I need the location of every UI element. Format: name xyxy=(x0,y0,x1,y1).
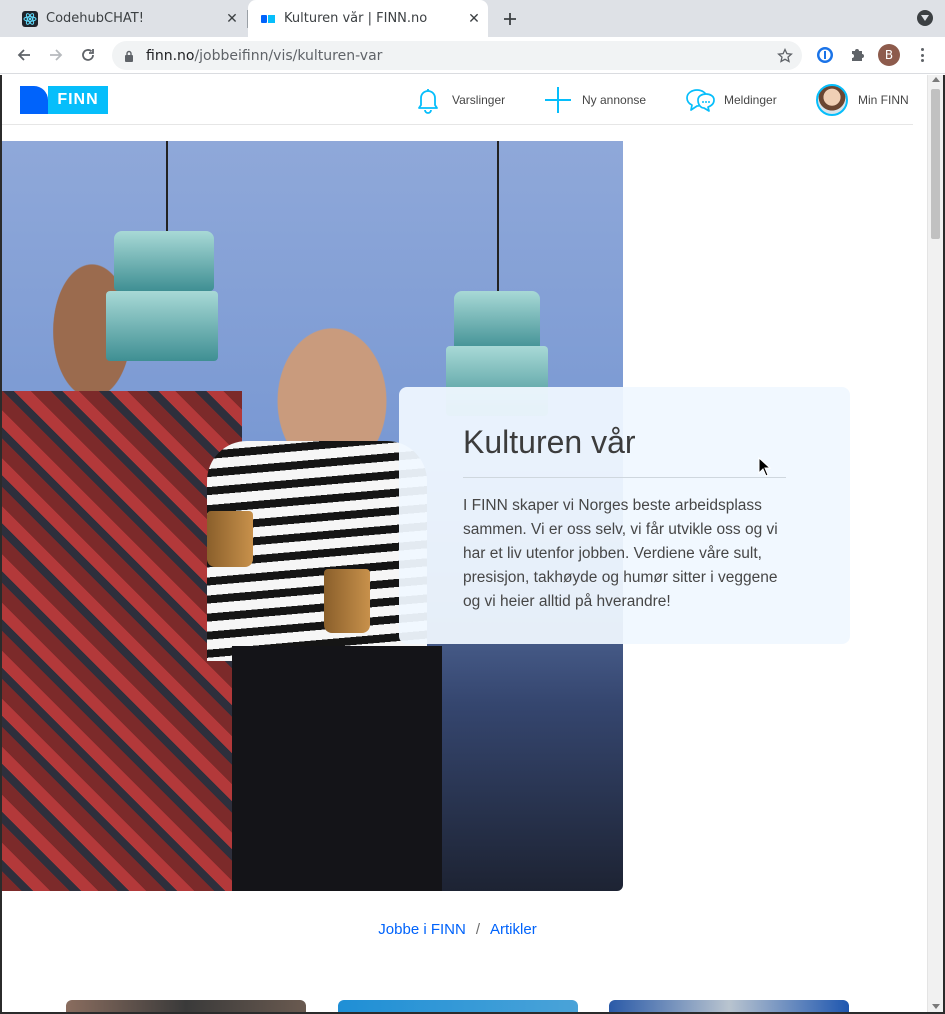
reload-button[interactable] xyxy=(76,43,100,67)
site-header: FINN Varslinger Ny annonse Meldinger Min… xyxy=(2,75,913,125)
tab-strip: CodehubCHAT! ✕ Kulturen vår | FINN.no ✕ xyxy=(0,0,945,37)
extensions-puzzle-icon[interactable] xyxy=(847,45,867,65)
password-manager-extension-icon[interactable] xyxy=(815,45,835,65)
nav-label: Min FINN xyxy=(858,93,909,107)
avatar xyxy=(816,84,848,116)
hero-description: I FINN skaper vi Norges beste arbeidspla… xyxy=(463,497,778,610)
finn-logo[interactable]: FINN xyxy=(20,86,108,114)
page-viewport: FINN Varslinger Ny annonse Meldinger Min… xyxy=(0,75,945,1014)
bell-icon xyxy=(412,84,444,116)
tab-kulturen-var[interactable]: Kulturen vår | FINN.no ✕ xyxy=(248,0,488,37)
tab-search-button[interactable] xyxy=(917,10,933,26)
back-button[interactable] xyxy=(12,43,36,67)
reload-icon xyxy=(82,49,94,61)
url-path: /jobbeifinn/vis/kulturen-var xyxy=(194,47,383,64)
mouse-cursor-icon xyxy=(758,457,772,477)
page-title: Kulturen vår xyxy=(463,423,786,478)
arrow-left-icon xyxy=(17,49,30,61)
nav-varslinger[interactable]: Varslinger xyxy=(412,84,505,116)
scroll-up-arrow-icon[interactable] xyxy=(932,77,940,82)
finn-logo-text: FINN xyxy=(48,86,108,114)
react-atom-icon xyxy=(22,10,38,27)
breadcrumb-separator: / xyxy=(475,921,481,938)
article-card[interactable] xyxy=(609,1000,849,1012)
forward-button[interactable] xyxy=(44,43,68,67)
profile-avatar[interactable]: B xyxy=(878,44,900,66)
nav-label: Ny annonse xyxy=(582,93,647,107)
finn-favicon-icon xyxy=(260,11,276,27)
tab-title: Kulturen vår | FINN.no xyxy=(284,11,428,26)
article-card[interactable] xyxy=(66,1000,306,1012)
new-tab-button[interactable] xyxy=(498,7,522,31)
finn-logo-mark xyxy=(20,86,48,114)
browser-menu-icon[interactable] xyxy=(914,45,930,65)
browser-toolbar: finn.no/jobbeifinn/vis/kulturen-var B xyxy=(0,37,945,74)
address-bar[interactable]: finn.no/jobbeifinn/vis/kulturen-var xyxy=(112,41,802,70)
nav-label: Meldinger xyxy=(724,93,777,107)
close-tab-icon[interactable]: ✕ xyxy=(466,11,482,27)
breadcrumb: Jobbe i FINN / Artikler xyxy=(2,921,913,938)
chat-bubbles-icon xyxy=(684,84,716,116)
arrow-right-icon xyxy=(50,49,63,61)
breadcrumb-link-artikler[interactable]: Artikler xyxy=(490,921,537,938)
tab-title: CodehubCHAT! xyxy=(46,11,144,26)
article-card[interactable] xyxy=(338,1000,578,1012)
nav-label: Varslinger xyxy=(452,93,506,107)
chevron-down-icon xyxy=(921,15,929,21)
tab-codehubchat[interactable]: CodehubCHAT! ✕ xyxy=(10,0,248,37)
plus-icon xyxy=(504,13,516,25)
breadcrumb-link-jobbe-i-finn[interactable]: Jobbe i FINN xyxy=(378,921,466,938)
nav-ny-annonse[interactable]: Ny annonse xyxy=(542,84,646,116)
nav-meldinger[interactable]: Meldinger xyxy=(684,84,777,116)
bookmark-star-icon[interactable] xyxy=(776,47,794,65)
page-scrollbar[interactable] xyxy=(927,75,943,1012)
close-tab-icon[interactable]: ✕ xyxy=(224,11,240,27)
scroll-down-arrow-icon[interactable] xyxy=(932,1004,940,1009)
lock-icon xyxy=(122,49,136,63)
nav-min-finn[interactable]: Min FINN xyxy=(816,84,909,116)
scrollbar-thumb[interactable] xyxy=(931,89,940,239)
url-domain: finn.no xyxy=(146,47,195,64)
plus-icon xyxy=(542,84,574,116)
hero-card: Kulturen vår I FINN skaper vi Norges bes… xyxy=(399,387,850,644)
